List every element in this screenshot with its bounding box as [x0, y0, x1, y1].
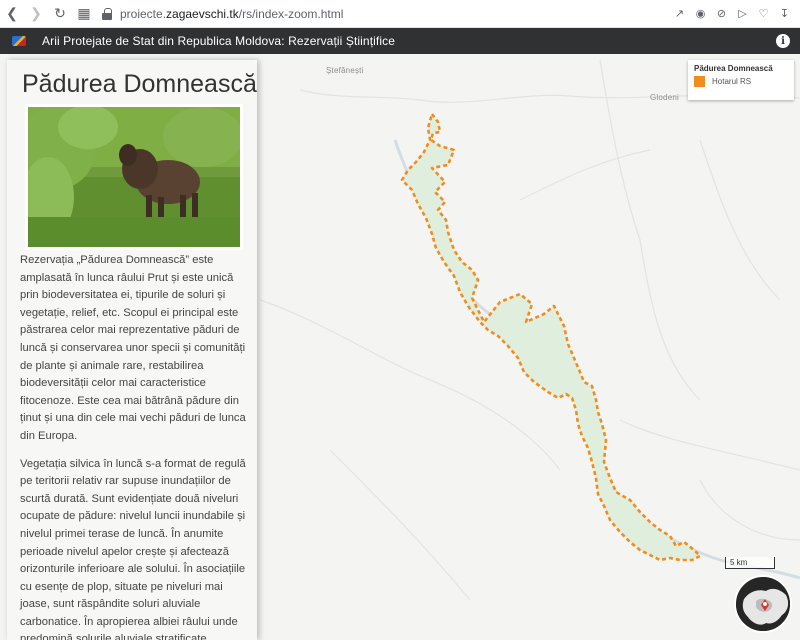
forward-icon[interactable]: ❯: [24, 2, 48, 26]
url-prefix: proiecte.: [120, 6, 167, 21]
tabs-grid-icon[interactable]: ▦: [72, 2, 96, 26]
road: [699, 139, 781, 301]
info-icon[interactable]: i: [776, 34, 790, 48]
browser-toolbar: ❮ ❯ ↻ ▦ proiecte. zagaevschi.tk/rs/index-…: [0, 0, 800, 28]
reserve-boundary: [400, 112, 702, 562]
panel-description: Rezervația „Pădurea Domnească” este ampl…: [20, 252, 254, 640]
road: [699, 479, 800, 541]
legend-item: Hotarul RS: [694, 76, 788, 87]
lock-icon: [102, 7, 112, 20]
globe-overview-icon[interactable]: [734, 575, 792, 633]
place-label-stefanesti: Ștefănești: [326, 66, 364, 75]
road: [329, 449, 471, 601]
paragraph: Vegetația silvica în luncă s-a format de…: [20, 457, 246, 640]
url-path: /rs/index-zoom.html: [238, 6, 344, 21]
road: [599, 59, 701, 401]
share-icon[interactable]: ↗: [670, 4, 689, 24]
app-title: Arii Protejate de Stat din Republica Mol…: [42, 34, 395, 48]
scale-bar: 5 km: [725, 557, 775, 569]
adblock-icon[interactable]: ⊘: [712, 4, 731, 24]
camera-icon[interactable]: ◉: [691, 4, 710, 24]
panel-title: Pădurea Domnească: [22, 70, 257, 98]
url-host: zagaevschi.tk: [166, 6, 239, 21]
road: [519, 149, 651, 201]
info-panel[interactable]: Pădurea Domnească Rezervația „Pădurea Do…: [7, 60, 257, 640]
legend-title: Pădurea Domnească: [694, 64, 773, 73]
bison-photo: [25, 104, 243, 250]
paragraph: Rezervația „Pădurea Domnească” este ampl…: [20, 254, 246, 442]
send-icon[interactable]: ▷: [733, 4, 752, 24]
road: [619, 419, 800, 471]
moldova-flag-icon: [12, 36, 26, 46]
back-icon[interactable]: ❮: [0, 2, 24, 26]
map-legend: Pădurea Domnească Hotarul RS: [688, 60, 794, 100]
download-icon[interactable]: ↧: [775, 4, 794, 24]
prut-river: [393, 139, 800, 580]
heart-icon[interactable]: ♡: [754, 4, 773, 24]
legend-swatch: [694, 76, 705, 87]
address-bar[interactable]: proiecte. zagaevschi.tk/rs/index-zoom.htm…: [102, 3, 670, 25]
legend-item-label: Hotarul RS: [712, 77, 752, 86]
app-header: Arii Protejate de Stat din Republica Mol…: [0, 28, 800, 54]
reload-icon[interactable]: ↻: [48, 2, 72, 26]
place-label-glodeni: Glodeni: [650, 93, 679, 102]
